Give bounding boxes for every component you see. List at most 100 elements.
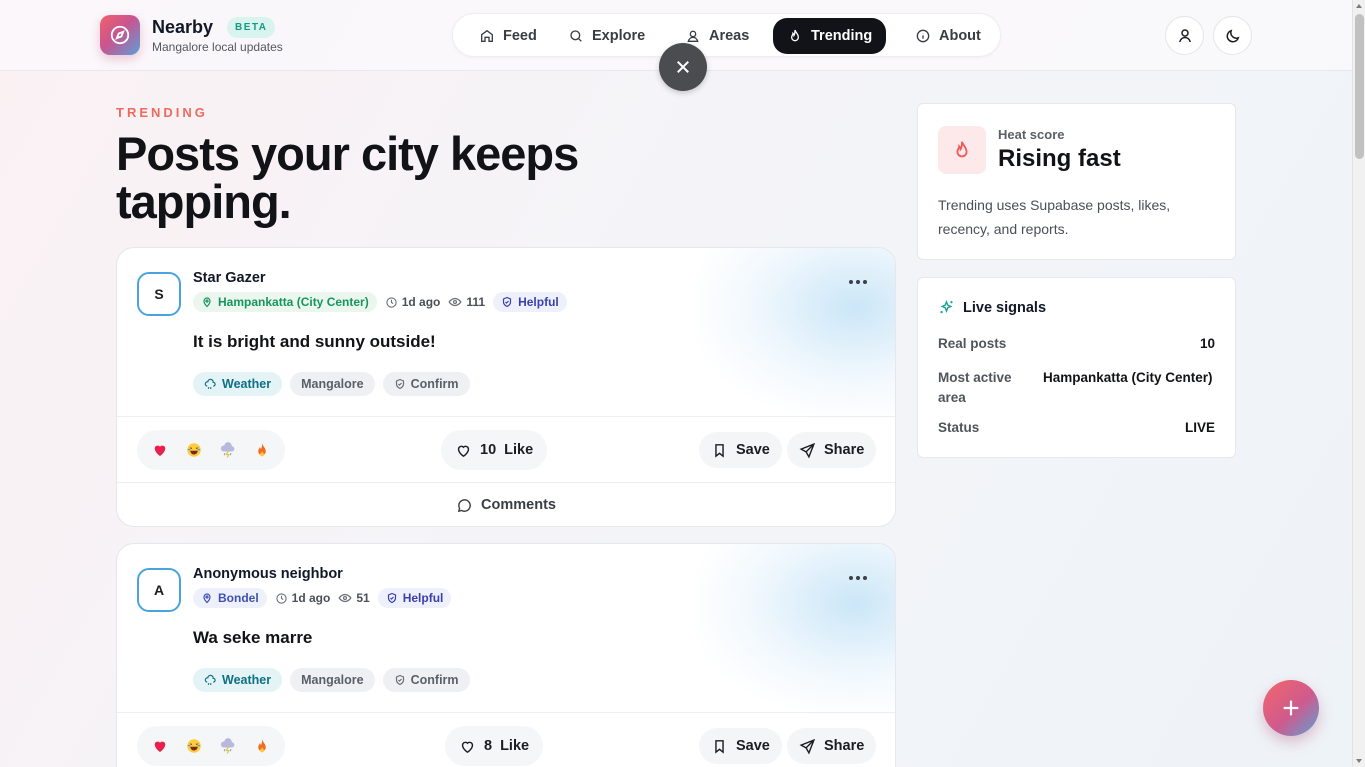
live-signals-panel: Live signals Real posts 10 Most active a… <box>917 277 1236 458</box>
nav-about-label: About <box>939 28 981 44</box>
scroll-up-arrow-icon[interactable] <box>1356 4 1362 8</box>
sparkles-icon <box>940 299 953 314</box>
shield-check-icon <box>502 296 512 308</box>
post-time: 1d ago <box>385 295 440 309</box>
nav-trending[interactable]: Trending <box>773 18 887 54</box>
like-label: Like <box>504 442 534 458</box>
avatar[interactable]: A <box>137 568 181 612</box>
confirm-button[interactable]: Confirm <box>382 372 470 396</box>
nav-about[interactable]: About <box>901 18 995 54</box>
main-nav: Feed Explore Areas Trending About <box>452 13 1001 57</box>
flame-icon <box>790 29 800 42</box>
create-post-button[interactable] <box>1263 680 1319 736</box>
signal-row-most-active-area: Most active area Hampankatta (City Cente… <box>938 370 1213 405</box>
like-button[interactable]: 10 Like <box>441 430 548 470</box>
tag-city[interactable]: Mangalore <box>290 668 375 692</box>
shield-check-icon <box>387 592 396 604</box>
nav-feed[interactable]: Feed <box>465 18 551 54</box>
laughing-reaction-icon[interactable] <box>185 441 203 459</box>
send-icon <box>799 738 816 755</box>
more-options-button[interactable] <box>849 280 867 284</box>
fire-reaction-icon[interactable] <box>253 441 271 459</box>
page-title: Posts your city keeps tapping. <box>116 127 579 228</box>
post-meta: Hampankatta (City Center) 1d ago 111 Hel… <box>193 292 567 312</box>
user-icon <box>1178 28 1191 42</box>
like-count: 10 <box>480 442 497 458</box>
cloud-rain-icon <box>204 674 216 685</box>
tag-weather[interactable]: Weather <box>193 372 283 396</box>
bookmark-icon <box>715 739 724 754</box>
eye-icon <box>448 297 462 307</box>
heat-score-value: Rising fast <box>998 145 1121 172</box>
map-pin-icon <box>203 593 211 604</box>
heart-reaction-icon[interactable] <box>151 441 169 459</box>
post-text: Wa seke marre <box>193 628 313 647</box>
heart-icon <box>457 445 470 457</box>
post-text: It is bright and sunny outside! <box>193 332 436 351</box>
more-options-button[interactable] <box>849 576 867 580</box>
signal-value: Hampankatta (City Center) <box>1043 370 1213 385</box>
post-tags: Weather Mangalore Confirm <box>193 372 470 396</box>
heat-score-label: Heat score <box>998 127 1065 142</box>
nav-explore-label: Explore <box>592 28 646 44</box>
nav-feed-label: Feed <box>503 28 537 44</box>
close-button[interactable] <box>659 43 707 91</box>
reaction-bar <box>137 430 285 470</box>
like-button[interactable]: 8 Like <box>445 726 544 766</box>
tag-weather[interactable]: Weather <box>193 668 283 692</box>
nav-areas-label: Areas <box>709 28 750 44</box>
signal-row-status: Status LIVE <box>938 420 1215 435</box>
clock-icon <box>276 592 287 604</box>
confirm-button[interactable]: Confirm <box>382 668 470 692</box>
tag-city[interactable]: Mangalore <box>290 372 375 396</box>
post-author[interactable]: Star Gazer <box>193 270 266 286</box>
save-button[interactable]: Save <box>699 728 782 764</box>
avatar[interactable]: S <box>137 272 181 316</box>
share-button[interactable]: Share <box>787 432 877 468</box>
fire-reaction-icon[interactable] <box>253 737 271 755</box>
search-icon <box>570 30 582 42</box>
helpful-badge: Helpful <box>493 292 567 312</box>
info-icon <box>916 29 930 43</box>
location-chip[interactable]: Bondel <box>193 588 267 608</box>
comments-button[interactable]: Comments <box>117 483 895 526</box>
signal-value: 10 <box>1199 336 1215 351</box>
location-chip[interactable]: Hampankatta (City Center) <box>193 292 377 312</box>
scroll-down-arrow-icon[interactable] <box>1356 759 1362 763</box>
heart-icon <box>461 741 474 753</box>
moon-icon <box>1226 29 1239 42</box>
post-time: 1d ago <box>275 591 330 605</box>
compass-logo-icon[interactable] <box>100 15 140 55</box>
post-tags: Weather Mangalore Confirm <box>193 668 470 692</box>
storm-reaction-icon[interactable] <box>219 441 237 459</box>
send-icon <box>799 442 816 459</box>
share-button[interactable]: Share <box>787 728 877 764</box>
laughing-reaction-icon[interactable] <box>185 737 203 755</box>
save-button[interactable]: Save <box>699 432 782 468</box>
post-author[interactable]: Anonymous neighbor <box>193 566 343 582</box>
like-label: Like <box>500 738 530 754</box>
page-scrollbar[interactable] <box>1352 0 1365 767</box>
brand-name[interactable]: Nearby <box>152 17 213 38</box>
like-count: 8 <box>484 738 493 754</box>
home-icon <box>481 29 493 42</box>
theme-toggle-button[interactable] <box>1213 16 1252 55</box>
scrollbar-thumb[interactable] <box>1355 14 1364 159</box>
live-signals-title: Live signals <box>938 299 1046 316</box>
post-views: 51 <box>338 591 370 605</box>
clock-icon <box>386 296 397 308</box>
shield-check-icon <box>395 378 404 390</box>
shield-check-icon <box>395 674 404 686</box>
cloud-rain-icon <box>204 378 216 389</box>
post-card: A Anonymous neighbor Bondel 1d ago 51 He… <box>116 543 896 767</box>
nav-explore[interactable]: Explore <box>554 18 659 54</box>
post-meta: Bondel 1d ago 51 Helpful <box>193 588 452 608</box>
section-eyebrow: TRENDING <box>116 105 208 120</box>
flame-icon <box>938 126 986 174</box>
profile-button[interactable] <box>1165 16 1204 55</box>
signal-row-real-posts: Real posts 10 <box>938 336 1215 351</box>
heart-reaction-icon[interactable] <box>151 737 169 755</box>
beta-badge: BETA <box>227 17 276 38</box>
close-icon <box>677 61 689 73</box>
storm-reaction-icon[interactable] <box>219 737 237 755</box>
